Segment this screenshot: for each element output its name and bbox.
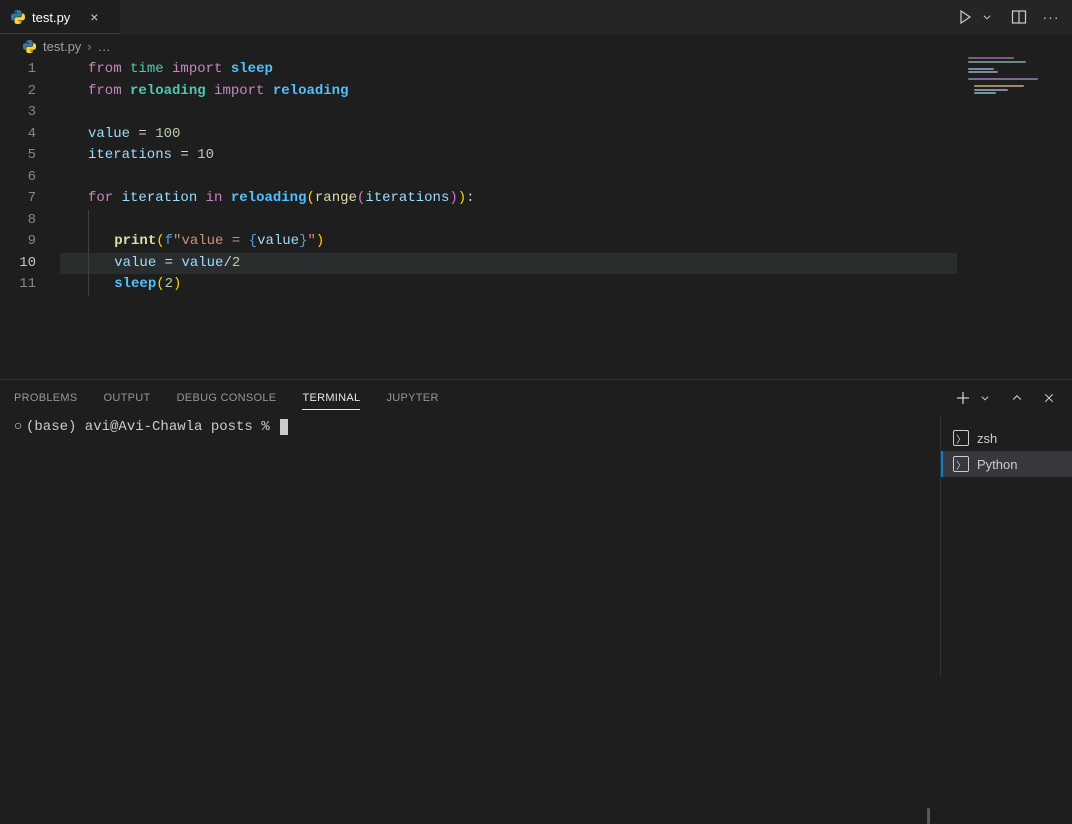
terminal-item-zsh[interactable]: 〉 zsh bbox=[941, 425, 1072, 451]
tab-debug-console[interactable]: DEBUG CONSOLE bbox=[177, 392, 277, 404]
line-number: 5 bbox=[0, 145, 60, 167]
terminal-icon: 〉 bbox=[953, 456, 969, 472]
terminal-cursor bbox=[280, 419, 288, 435]
line-number: 10 bbox=[0, 253, 60, 275]
terminal-output[interactable]: ○(base) avi@Avi-Chawla posts % bbox=[0, 415, 940, 676]
code-line[interactable]: 10 value = value/2 bbox=[0, 253, 1072, 275]
tab-filename: test.py bbox=[32, 10, 70, 25]
code-line[interactable]: 9 print(f"value = {value}") bbox=[0, 231, 1072, 253]
code-line[interactable]: 2 from reloading import reloading bbox=[0, 81, 1072, 103]
tab-jupyter[interactable]: JUPYTER bbox=[386, 392, 438, 404]
code-line[interactable]: 3 bbox=[0, 102, 1072, 124]
line-number: 4 bbox=[0, 124, 60, 146]
line-number: 9 bbox=[0, 231, 60, 253]
chevron-down-icon[interactable] bbox=[976, 389, 994, 407]
chevron-right-icon: › bbox=[87, 39, 91, 54]
breadcrumb-rest: … bbox=[98, 39, 111, 54]
run-icon[interactable] bbox=[956, 8, 974, 26]
code-line[interactable]: 6 bbox=[0, 167, 1072, 189]
code-line[interactable]: 4 value = 100 bbox=[0, 124, 1072, 146]
python-file-icon bbox=[10, 9, 26, 25]
terminal-prompt: (base) avi@Avi-Chawla posts % bbox=[26, 419, 278, 435]
line-number: 2 bbox=[0, 81, 60, 103]
code-line[interactable]: 1 from time import sleep bbox=[0, 59, 1072, 81]
line-number: 1 bbox=[0, 59, 60, 81]
line-number: 11 bbox=[0, 274, 60, 296]
panel-tab-bar: PROBLEMS OUTPUT DEBUG CONSOLE TERMINAL J… bbox=[0, 380, 1072, 415]
breadcrumb-filename: test.py bbox=[43, 39, 81, 54]
python-file-icon bbox=[22, 39, 37, 54]
chevron-up-icon[interactable] bbox=[1008, 389, 1026, 407]
close-panel-icon[interactable] bbox=[1040, 389, 1058, 407]
terminal-list: 〉 zsh 〉 Python bbox=[940, 415, 1072, 676]
code-line[interactable]: 5 iterations = 10 bbox=[0, 145, 1072, 167]
line-number: 8 bbox=[0, 210, 60, 232]
tab-problems[interactable]: PROBLEMS bbox=[14, 392, 78, 404]
bottom-panel: PROBLEMS OUTPUT DEBUG CONSOLE TERMINAL J… bbox=[0, 379, 1072, 676]
new-terminal-icon[interactable] bbox=[954, 389, 972, 407]
line-number: 3 bbox=[0, 102, 60, 124]
close-tab-icon[interactable]: × bbox=[90, 9, 98, 25]
split-editor-icon[interactable] bbox=[1010, 8, 1028, 26]
tab-terminal[interactable]: TERMINAL bbox=[302, 392, 360, 410]
file-tab[interactable]: test.py × bbox=[0, 0, 120, 34]
code-editor[interactable]: 1 from time import sleep 2 from reloadin… bbox=[0, 57, 1072, 296]
code-line[interactable]: 11 sleep(2) bbox=[0, 274, 1072, 296]
line-number: 6 bbox=[0, 167, 60, 189]
chevron-down-icon[interactable] bbox=[978, 8, 996, 26]
split-handle[interactable] bbox=[927, 808, 930, 824]
more-actions-icon[interactable]: ··· bbox=[1042, 8, 1060, 26]
code-line[interactable]: 7 for iteration in reloading(range(itera… bbox=[0, 188, 1072, 210]
terminal-item-python[interactable]: 〉 Python bbox=[941, 451, 1072, 477]
tab-output[interactable]: OUTPUT bbox=[104, 392, 151, 404]
code-line[interactable]: 8 bbox=[0, 210, 1072, 232]
editor-actions: ··· bbox=[956, 0, 1072, 34]
spinner-icon: ○ bbox=[14, 419, 26, 435]
tab-bar: test.py × ··· bbox=[0, 0, 1072, 35]
line-number: 7 bbox=[0, 188, 60, 210]
breadcrumb[interactable]: test.py › … bbox=[0, 35, 1072, 57]
terminal-icon: 〉 bbox=[953, 430, 969, 446]
